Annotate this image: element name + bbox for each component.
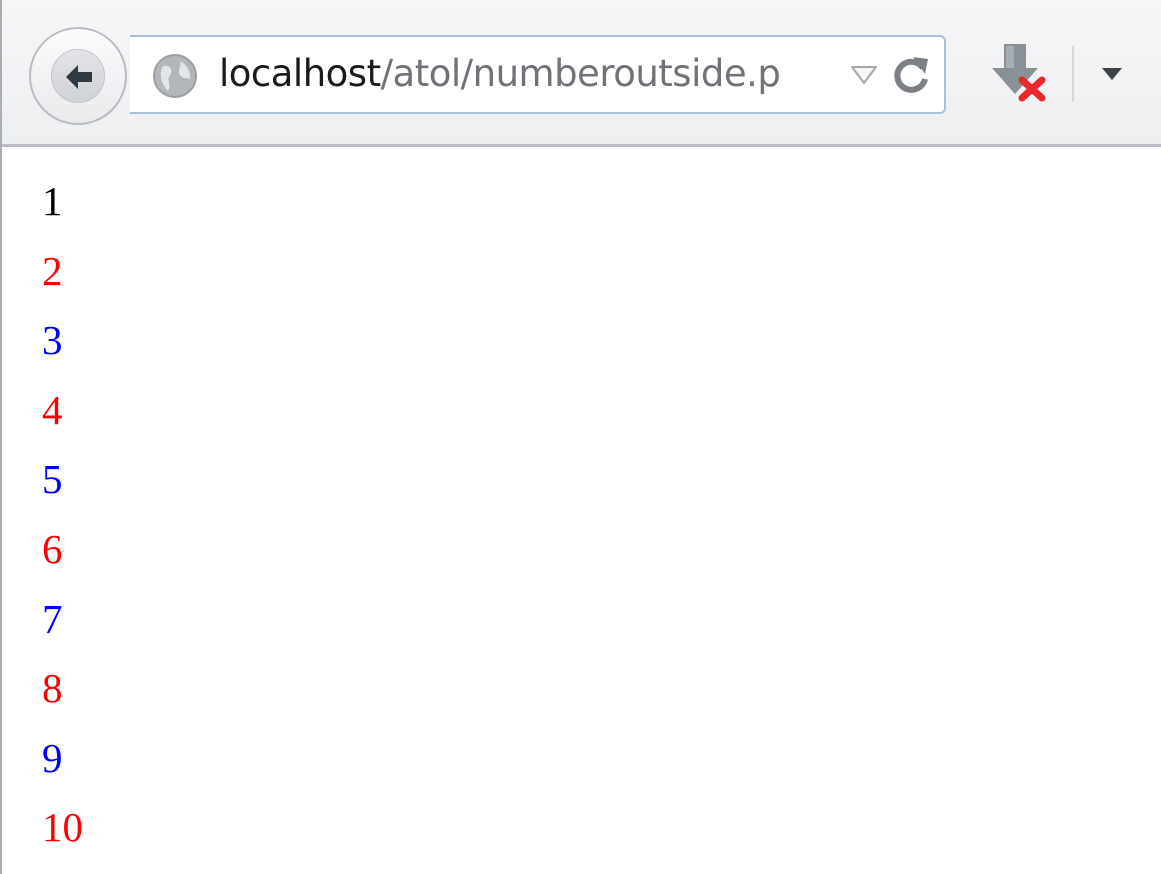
number-line: 5: [42, 456, 63, 503]
browser-window: localhost/atol/numberoutside.p 1 2 3 4 5…: [0, 0, 1161, 874]
number-line: 4: [42, 386, 63, 433]
toolbar-separator: [1072, 46, 1074, 102]
number-line: 7: [42, 595, 63, 642]
download-button[interactable]: [986, 40, 1050, 104]
chevron-down-icon[interactable]: [850, 64, 878, 86]
url-path: /atol/numberoutside.p: [380, 52, 781, 95]
back-button[interactable]: [29, 27, 127, 125]
reload-icon[interactable]: [890, 53, 932, 97]
url-text[interactable]: localhost/atol/numberoutside.p: [219, 49, 827, 99]
number-line: 3: [42, 317, 63, 364]
number-line: 2: [42, 247, 63, 294]
navigation-toolbar: localhost/atol/numberoutside.p: [2, 0, 1161, 147]
number-line: 1: [42, 178, 63, 224]
globe-icon: [153, 54, 197, 98]
download-menu-button[interactable]: [1092, 58, 1132, 90]
number-line: 8: [42, 665, 63, 712]
back-button-face: [51, 49, 105, 103]
chevron-down-icon: [1102, 68, 1122, 80]
number-line: 9: [42, 734, 63, 781]
url-bar[interactable]: localhost/atol/numberoutside.p: [130, 35, 946, 114]
download-icon: [992, 44, 1046, 102]
number-line: 10: [42, 804, 83, 851]
back-arrow-icon: [66, 65, 92, 89]
url-host: localhost: [219, 52, 381, 95]
number-line: 6: [42, 525, 63, 572]
page-content: 1 2 3 4 5 6 7 8 9 10: [42, 176, 83, 872]
